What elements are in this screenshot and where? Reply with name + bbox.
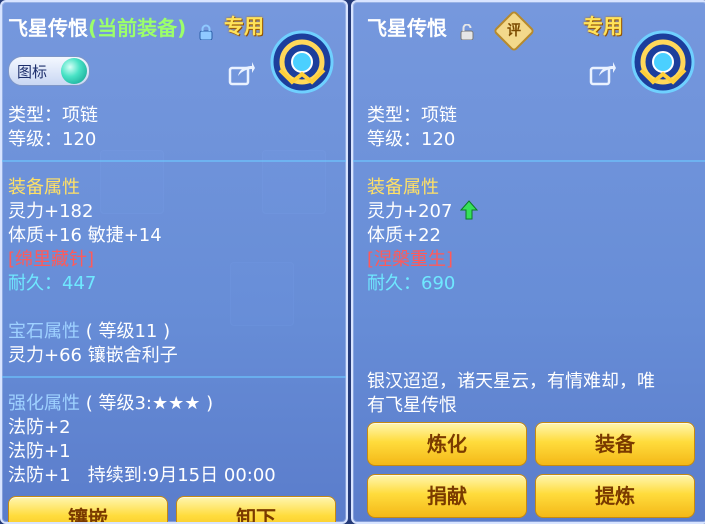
- enhance-expiry-line: 法防+1 持续到:9月15日 00:00: [8, 464, 276, 488]
- divider: [2, 376, 346, 378]
- expiry-text: 持续到:9月15日 00:00: [87, 465, 276, 486]
- equipment-attributes-title: 装备属性: [8, 177, 80, 198]
- type-line: 类型：项链: [8, 105, 98, 126]
- level-line: 等级：120: [8, 129, 97, 150]
- item-name: 飞星传恨: [367, 16, 447, 40]
- compare-item-tooltip: 飞星传恨 评 专用 类型：项链 等级：120 装备属性 灵力+207 体质+22…: [351, 0, 705, 524]
- refine-button[interactable]: 炼化: [367, 422, 527, 466]
- enhance-attributes-header: 强化属性 ( 等级3:★★★ ): [8, 392, 213, 416]
- share-icon[interactable]: [228, 60, 256, 86]
- durability-value: 447: [62, 273, 97, 294]
- extract-button[interactable]: 提炼: [535, 474, 695, 518]
- evaluate-label: 评: [507, 23, 521, 39]
- donate-button[interactable]: 捐献: [367, 474, 527, 518]
- orb-icon: [61, 58, 87, 84]
- attribute-line: 体质+22: [367, 225, 441, 246]
- lock-icon[interactable]: [199, 21, 213, 40]
- equipped-item-tooltip: 飞星传恨(当前装备) 专用 图标 类型：项链 等级：120 装备属性 灵力+18…: [0, 0, 348, 524]
- enhance-line: 法防+1: [8, 465, 71, 486]
- attribute-line: 体质+16 敏捷+14: [8, 225, 162, 246]
- gem-line: 灵力+66 镶嵌舍利子: [8, 345, 178, 366]
- gem-level: ( 等级11 ): [85, 321, 171, 342]
- divider: [2, 160, 346, 162]
- icon-toggle-label: 图标: [17, 63, 48, 81]
- durability-label: 耐久：: [367, 273, 421, 294]
- set-name: [涅槃重生]: [367, 249, 454, 270]
- exclusive-label: 专用: [583, 14, 623, 38]
- enhance-line: 法防+1: [8, 441, 71, 462]
- icon-toggle-button[interactable]: 图标: [8, 56, 90, 86]
- necklace-item-icon: [631, 30, 695, 94]
- gem-attributes-title: 宝石属性: [8, 321, 80, 342]
- attribute-line: 灵力+207: [367, 201, 453, 222]
- equip-button[interactable]: 装备: [535, 422, 695, 466]
- item-description-line: 银汉迢迢，诸天星云，有情难却，唯: [367, 371, 655, 392]
- upgrade-arrow-icon: [460, 200, 479, 220]
- level-line: 等级：120: [367, 129, 456, 150]
- set-name: [绵里藏针]: [8, 249, 95, 270]
- item-title: 飞星传恨(当前装备): [8, 12, 213, 41]
- divider: [353, 160, 705, 162]
- necklace-item-icon: [270, 30, 334, 94]
- unlock-icon[interactable]: [460, 21, 474, 40]
- durability-value: 690: [421, 273, 456, 294]
- durability-line: 耐久：690: [367, 272, 455, 296]
- equipped-tag: (当前装备): [88, 16, 187, 40]
- equipment-attributes-title: 装备属性: [367, 177, 439, 198]
- item-name: 飞星传恨: [8, 16, 88, 40]
- durability-line: 耐久：447: [8, 272, 96, 296]
- item-title: 飞星传恨: [367, 12, 474, 41]
- enhance-line: 法防+2: [8, 417, 71, 438]
- enhance-level: ( 等级3:★★★ ): [85, 393, 214, 414]
- enhance-attributes-title: 强化属性: [8, 393, 80, 414]
- attribute-line-with-arrow: 灵力+207: [367, 200, 479, 224]
- attribute-line: 灵力+182: [8, 201, 94, 222]
- durability-label: 耐久：: [8, 273, 62, 294]
- type-line: 类型：项链: [367, 105, 457, 126]
- item-description-line: 有飞星传恨: [367, 395, 457, 416]
- share-icon[interactable]: [589, 60, 617, 86]
- exclusive-label: 专用: [224, 14, 264, 38]
- gem-attributes-header: 宝石属性 ( 等级11 ): [8, 320, 170, 344]
